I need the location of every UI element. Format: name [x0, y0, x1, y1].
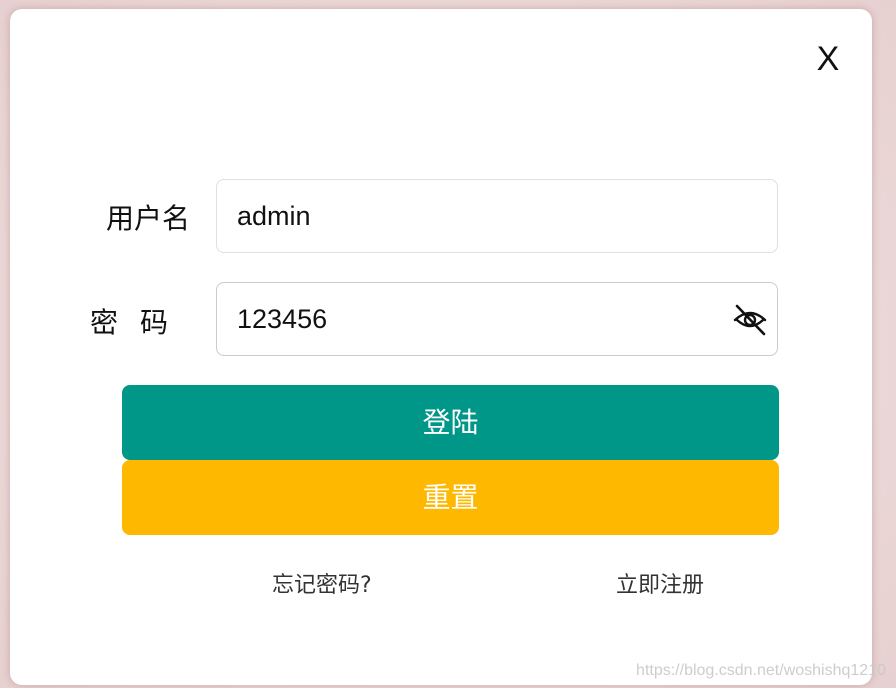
username-label: 用户名 — [105, 202, 190, 235]
password-field[interactable] — [216, 282, 778, 356]
close-button[interactable]: X — [814, 41, 842, 77]
register-link[interactable]: 立即注册 — [616, 567, 704, 599]
eye-off-icon[interactable] — [731, 300, 769, 338]
username-field[interactable] — [216, 179, 778, 253]
password-input[interactable] — [237, 283, 737, 355]
watermark: https://blog.csdn.net/woshishq1210 — [636, 662, 886, 679]
forgot-password-link[interactable]: 忘记密码? — [272, 567, 372, 599]
password-label: 密码 — [90, 306, 191, 339]
reset-button[interactable]: 重置 — [122, 460, 779, 535]
login-dialog: X 用户名 密码 登陆 重置 忘记密码? 立即注册 — [10, 9, 872, 685]
login-button[interactable]: 登陆 — [122, 385, 779, 460]
username-input[interactable] — [237, 180, 737, 252]
